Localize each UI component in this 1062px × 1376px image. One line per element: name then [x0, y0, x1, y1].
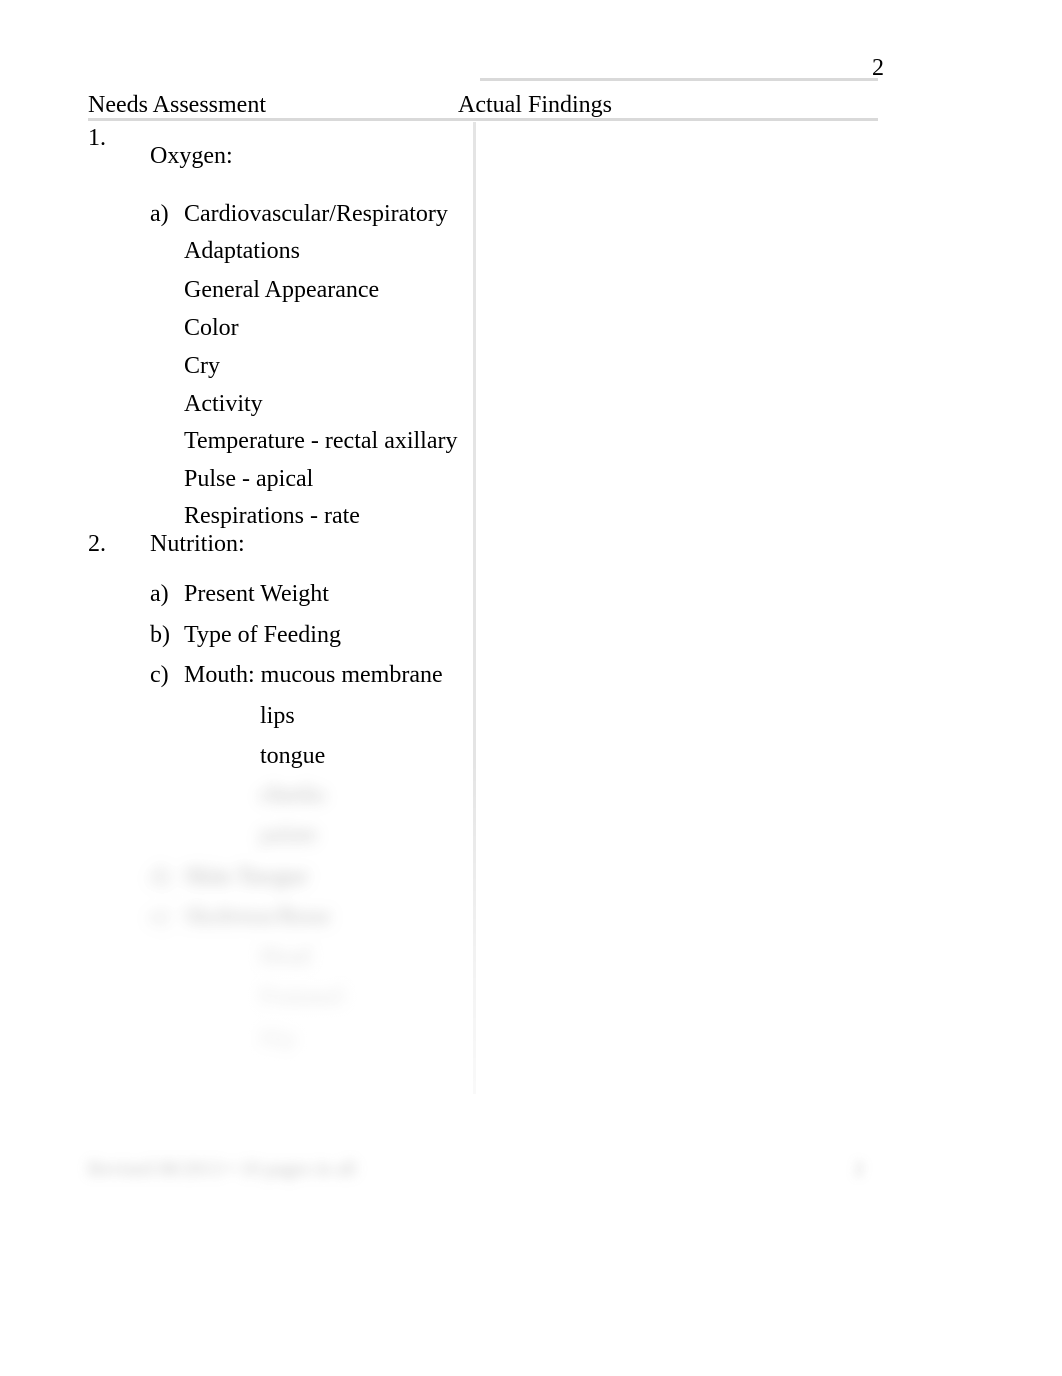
subsection-letter: d) [150, 864, 170, 891]
line-respirations: Respirations - rate [184, 502, 360, 531]
subsection-letter: c) [150, 661, 180, 690]
header-underline-left [88, 118, 473, 121]
header-divider-top-right [480, 78, 878, 81]
line-pulse: Pulse - apical [184, 465, 313, 494]
subsection-letter: a) [150, 580, 180, 609]
subline-fontanel: Fontanel [260, 984, 344, 1011]
subline-lips: lips [260, 702, 295, 731]
section-number: 2. [88, 530, 118, 559]
line-skeleton-bone: Skeleton/Bone [184, 904, 331, 931]
line-skin-turgor: Skin Turgor [184, 864, 309, 891]
footer-text: Revised 08/2013 • 10 pages in all [88, 1158, 878, 1181]
blurred-content-region: cheeks palate d) Skin Turgor e) Skeleton… [88, 778, 478, 1098]
section-title-nutrition: Nutrition: [150, 530, 245, 559]
footer-page-number: 2 [854, 1158, 864, 1181]
line-type-of-feeding: Type of Feeding [184, 621, 341, 650]
subline-hip: Hip [260, 1026, 296, 1053]
needs-assessment-heading: Needs Assessment [88, 92, 458, 119]
actual-findings-heading: Actual Findings [458, 92, 612, 119]
subline-palate: palate [260, 822, 317, 849]
line-color: Color [184, 314, 239, 343]
subline-cheeks: cheeks [260, 782, 325, 809]
section-title-oxygen: Oxygen: [150, 142, 233, 171]
line-mouth: Mouth: mucous membrane [184, 661, 443, 690]
document-page: 2 Needs Assessment Actual Findings 1. Ox… [0, 0, 1062, 1376]
line-temperature: Temperature - rectal axillary [184, 427, 458, 456]
header-underline-right [473, 118, 878, 121]
line-activity: Activity [184, 390, 263, 419]
subline-head: Head [260, 944, 311, 971]
line-cardio-respiratory: Cardiovascular/Respiratory [184, 200, 448, 229]
section-number: 1. [88, 124, 118, 153]
line-general-appearance: General Appearance [184, 276, 379, 305]
line-present-weight: Present Weight [184, 580, 329, 609]
column-headers: Needs Assessment Actual Findings [88, 92, 972, 119]
subsection-letter: b) [150, 621, 180, 650]
line-adaptations: Adaptations [184, 237, 300, 266]
subsection-letter: a) [150, 200, 180, 229]
subline-tongue: tongue [260, 742, 325, 771]
line-cry: Cry [184, 352, 220, 381]
subsection-letter: e) [150, 904, 169, 931]
